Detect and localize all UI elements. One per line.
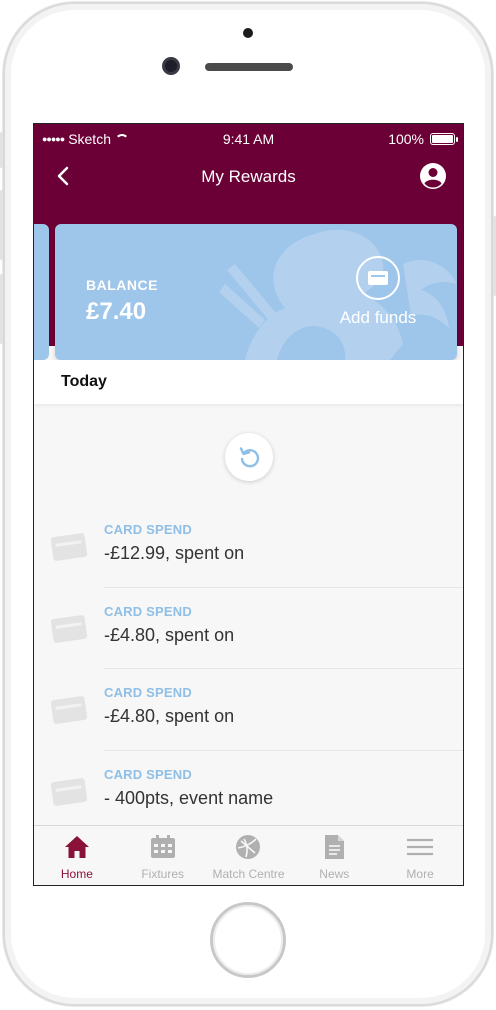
page-title: My Rewards (201, 167, 296, 186)
volume-up-button (0, 190, 3, 260)
battery-icon (430, 133, 458, 145)
previous-card-peek[interactable] (34, 224, 49, 360)
home-icon (64, 836, 89, 858)
transaction-row[interactable]: CARD SPEND -£4.80, spent on (34, 588, 463, 669)
day-label: Today (61, 373, 107, 390)
tab-label: Home (60, 867, 93, 881)
navigation-bar: My Rewards (34, 154, 463, 202)
transaction-description: - 400pts, event name (104, 787, 274, 808)
tab-match-centre[interactable]: Match Centre (206, 826, 292, 885)
tab-more[interactable]: More (377, 826, 463, 885)
tab-label: Fixtures (141, 867, 185, 881)
transaction-type: CARD SPEND (104, 603, 192, 619)
balance-value: £7.40 (86, 298, 147, 325)
transaction-row[interactable]: CARD SPEND -£4.80, spent on (34, 669, 463, 751)
home-button[interactable] (210, 902, 286, 978)
transaction-description: -£4.80, spent on (104, 624, 235, 645)
calendar-icon (150, 835, 175, 858)
menu-icon (407, 838, 434, 856)
ball-icon (236, 835, 261, 859)
card-icon (50, 777, 88, 806)
transaction-type: CARD SPEND (104, 522, 192, 537)
profile-icon[interactable] (419, 162, 447, 190)
tab-home[interactable]: Home (34, 826, 120, 885)
transaction-list: CARD SPEND -£12.99, spent on CARD SPEND … (34, 506, 463, 832)
card-icon (368, 271, 388, 285)
volume-down-button (0, 274, 3, 344)
card-icon (50, 614, 88, 643)
document-icon (325, 835, 345, 859)
transaction-type: CARD SPEND (104, 766, 192, 782)
lion-crest-watermark (219, 229, 457, 360)
tab-bar: Home Fixtures Match Centre News More (34, 825, 463, 885)
status-bar: ●●●●● Sketch 9:41 AM 100% (34, 124, 463, 154)
balance-card[interactable]: BALANCE £7.40 Add funds (55, 224, 457, 360)
add-funds-label[interactable]: Add funds (337, 308, 419, 328)
front-camera (162, 57, 180, 75)
battery-percent: 100% (388, 131, 424, 147)
add-funds-button[interactable] (356, 256, 400, 300)
earpiece-speaker (205, 63, 293, 71)
refresh-icon (239, 447, 260, 468)
transaction-description: -£12.99, spent on (104, 543, 245, 563)
tab-news[interactable]: News (291, 826, 377, 885)
mute-switch (0, 132, 3, 168)
card-icon (50, 695, 88, 725)
transaction-row[interactable]: CARD SPEND -£12.99, spent on (34, 506, 463, 588)
refresh-button[interactable] (225, 433, 273, 481)
balance-label: BALANCE (86, 277, 158, 293)
day-section-header: Today (34, 360, 463, 404)
tab-label: More (406, 867, 434, 881)
transaction-description: -£4.80, spent on (104, 706, 235, 726)
transaction-row[interactable]: CARD SPEND - 400pts, event name (34, 751, 463, 833)
tab-fixtures[interactable]: Fixtures (120, 826, 206, 885)
tab-label: News (319, 867, 350, 881)
transaction-type: CARD SPEND (104, 685, 192, 700)
proximity-sensor (243, 28, 253, 38)
tab-label: Match Centre (212, 867, 285, 881)
app-screen: ●●●●● Sketch 9:41 AM 100% My Rewards BAL… (33, 123, 464, 886)
card-icon (50, 532, 88, 562)
